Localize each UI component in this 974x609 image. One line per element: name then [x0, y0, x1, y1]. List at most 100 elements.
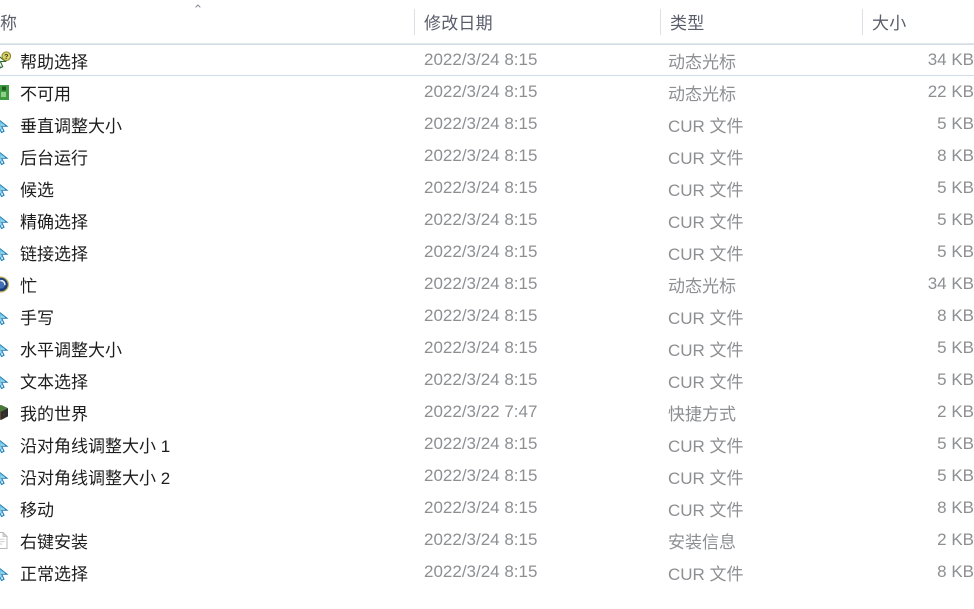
cur-file-icon — [0, 178, 12, 198]
file-row-date-cell: 2022/3/24 8:15 — [424, 178, 538, 197]
file-row-name-cell[interactable]: 我的世界 — [0, 396, 414, 428]
column-header-row: 称 ⌃ 修改日期 类型 大小 — [0, 0, 974, 44]
file-name-label: 沿对角线调整大小 1 — [20, 436, 171, 456]
file-size-label: 34 KB — [927, 50, 974, 69]
file-row[interactable]: 水平调整大小 2022/3/24 8:15 CUR 文件 5 KB — [0, 332, 974, 364]
file-row-name-cell[interactable]: 手写 — [0, 300, 414, 332]
file-row-name-cell[interactable]: 沿对角线调整大小 2 — [0, 460, 414, 492]
column-header-date-modified[interactable]: 修改日期 — [424, 0, 654, 43]
file-row-size-cell: 5 KB — [868, 460, 974, 492]
file-row-name-cell[interactable]: 移动 — [0, 492, 414, 524]
file-row-type-cell: 动态光标 — [668, 84, 736, 104]
file-row[interactable]: ? 帮助选择 2022/3/24 8:15 动态光标 34 KB — [0, 44, 974, 76]
file-row[interactable]: 不可用 2022/3/24 8:15 动态光标 22 KB — [0, 76, 974, 108]
file-row-name-cell[interactable]: 文本选择 — [0, 364, 414, 396]
file-row-name-cell[interactable]: 垂直调整大小 — [0, 108, 414, 140]
file-row[interactable]: 精确选择 2022/3/24 8:15 CUR 文件 5 KB — [0, 204, 974, 236]
file-row-date-cell: 2022/3/24 8:15 — [424, 498, 538, 517]
file-row-name-cell[interactable]: 链接选择 — [0, 236, 414, 268]
sort-ascending-icon[interactable]: ⌃ — [189, 4, 207, 17]
file-size-label: 5 KB — [937, 338, 974, 357]
file-name-label: 帮助选择 — [20, 52, 88, 72]
file-row-name-cell[interactable]: 右键安装 — [0, 524, 414, 556]
file-row-name-cell[interactable]: 精确选择 — [0, 204, 414, 236]
cur-file-icon — [0, 370, 12, 390]
file-row-name-cell[interactable]: 候选 — [0, 172, 414, 204]
file-row[interactable]: 忙 2022/3/24 8:15 动态光标 34 KB — [0, 268, 974, 300]
file-name-label: 精确选择 — [20, 212, 88, 232]
file-row-type-cell: 动态光标 — [668, 276, 736, 296]
cur-file-icon — [0, 146, 12, 166]
file-row-date-cell: 2022/3/24 8:15 — [424, 210, 538, 229]
file-row-size-cell: 34 KB — [868, 268, 974, 300]
file-row-date-cell: 2022/3/24 8:15 — [424, 50, 538, 69]
file-name-label: 忙 — [20, 276, 37, 296]
column-header-size[interactable]: 大小 — [872, 0, 972, 43]
file-row-size-cell: 5 KB — [868, 236, 974, 268]
file-name-label: 水平调整大小 — [20, 340, 122, 360]
file-row-size-cell: 5 KB — [868, 332, 974, 364]
cur-file-icon — [0, 210, 12, 230]
file-row[interactable]: 候选 2022/3/24 8:15 CUR 文件 5 KB — [0, 172, 974, 204]
file-name-label: 不可用 — [20, 84, 71, 104]
file-row[interactable]: 链接选择 2022/3/24 8:15 CUR 文件 5 KB — [0, 236, 974, 268]
file-row-type-cell: CUR 文件 — [668, 308, 744, 328]
file-row[interactable]: 移动 2022/3/24 8:15 CUR 文件 8 KB — [0, 492, 974, 524]
file-size-label: 8 KB — [937, 562, 974, 581]
file-row-name-cell[interactable]: 后台运行 — [0, 140, 414, 172]
file-row-name-cell[interactable]: 沿对角线调整大小 1 — [0, 428, 414, 460]
file-row-size-cell: 8 KB — [868, 140, 974, 172]
file-size-label: 5 KB — [937, 210, 974, 229]
minecraft-shortcut-icon — [0, 402, 12, 422]
file-row[interactable]: 沿对角线调整大小 1 2022/3/24 8:15 CUR 文件 5 KB — [0, 428, 974, 460]
column-divider-type-size[interactable] — [862, 9, 863, 35]
column-header-type[interactable]: 类型 — [670, 0, 860, 43]
file-row-size-cell: 8 KB — [868, 300, 974, 332]
column-header-date-modified-label: 修改日期 — [424, 14, 493, 33]
file-row-date-cell: 2022/3/24 8:15 — [424, 530, 538, 549]
file-row[interactable]: 后台运行 2022/3/24 8:15 CUR 文件 8 KB — [0, 140, 974, 172]
cur-file-icon — [0, 242, 12, 262]
file-row-size-cell: 8 KB — [868, 556, 974, 588]
file-row-name-cell[interactable]: 不可用 — [0, 76, 414, 108]
file-name-label: 后台运行 — [20, 148, 88, 168]
file-row[interactable]: 右键安装 2022/3/24 8:15 安装信息 2 KB — [0, 524, 974, 556]
file-size-label: 34 KB — [927, 274, 974, 293]
file-row[interactable]: 垂直调整大小 2022/3/24 8:15 CUR 文件 5 KB — [0, 108, 974, 140]
ani-cursor-unavailable-icon — [0, 82, 12, 102]
file-row-size-cell: 5 KB — [868, 204, 974, 236]
file-row[interactable]: 沿对角线调整大小 2 2022/3/24 8:15 CUR 文件 5 KB — [0, 460, 974, 492]
file-row[interactable]: 文本选择 2022/3/24 8:15 CUR 文件 5 KB — [0, 364, 974, 396]
file-row-type-cell: 动态光标 — [668, 52, 736, 72]
file-row-size-cell: 5 KB — [868, 172, 974, 204]
column-divider-name-date[interactable] — [414, 9, 415, 35]
file-name-label: 候选 — [20, 180, 54, 200]
cur-file-icon — [0, 498, 12, 518]
column-header-name[interactable]: 称 — [0, 0, 414, 43]
file-name-label: 手写 — [20, 308, 54, 328]
file-size-label: 5 KB — [937, 370, 974, 389]
file-size-label: 5 KB — [937, 466, 974, 485]
file-row-name-cell[interactable]: ? 帮助选择 — [0, 45, 414, 75]
column-divider-date-type[interactable] — [660, 9, 661, 35]
file-row-name-cell[interactable]: 忙 — [0, 268, 414, 300]
file-row[interactable]: 我的世界 2022/3/22 7:47 快捷方式 2 KB — [0, 396, 974, 428]
ani-cursor-busy-icon — [0, 274, 12, 294]
file-row-type-cell: CUR 文件 — [668, 116, 744, 136]
file-row-date-cell: 2022/3/24 8:15 — [424, 274, 538, 293]
file-row-type-cell: CUR 文件 — [668, 436, 744, 456]
file-row-type-cell: 安装信息 — [668, 532, 736, 552]
file-list[interactable]: ? 帮助选择 2022/3/24 8:15 动态光标 34 KB 不可用 2022/3/24… — [0, 44, 974, 588]
file-size-label: 8 KB — [937, 306, 974, 325]
file-row-size-cell: 2 KB — [868, 524, 974, 556]
svg-text:?: ? — [4, 54, 8, 61]
cur-file-icon — [0, 434, 12, 454]
cur-file-icon — [0, 338, 12, 358]
column-header-type-label: 类型 — [670, 14, 705, 33]
file-row-date-cell: 2022/3/24 8:15 — [424, 242, 538, 261]
file-row-name-cell[interactable]: 水平调整大小 — [0, 332, 414, 364]
file-row-name-cell[interactable]: 正常选择 — [0, 556, 414, 588]
file-row[interactable]: 正常选择 2022/3/24 8:15 CUR 文件 8 KB — [0, 556, 974, 588]
file-row[interactable]: 手写 2022/3/24 8:15 CUR 文件 8 KB — [0, 300, 974, 332]
file-size-label: 8 KB — [937, 498, 974, 517]
